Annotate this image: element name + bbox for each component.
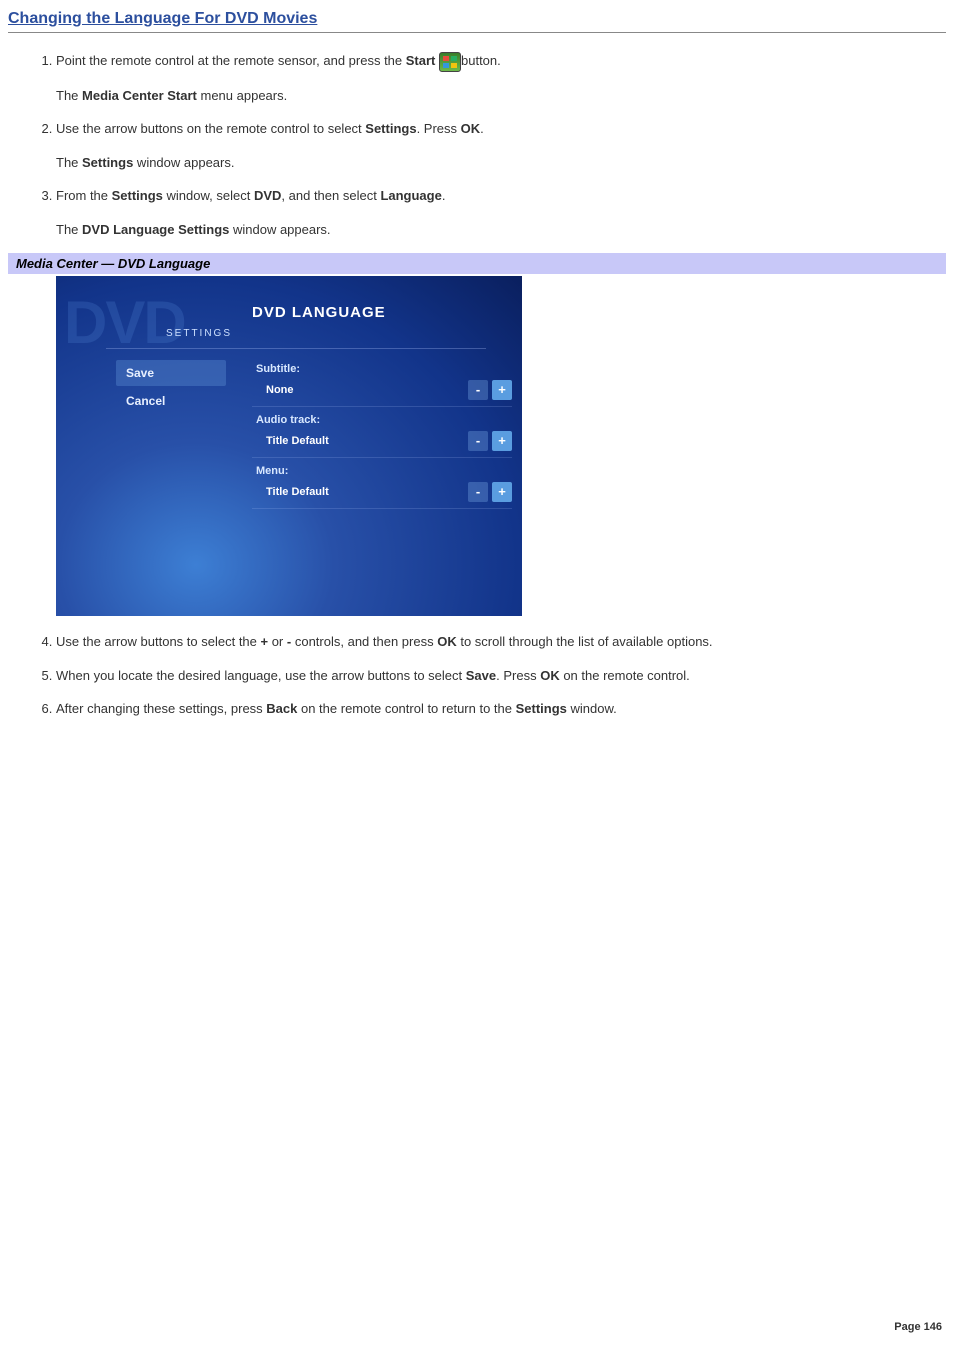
plus-button[interactable]: + — [492, 380, 512, 400]
menu-label: Menu: — [252, 462, 512, 480]
bold-plus: + — [261, 634, 269, 649]
step-6: After changing these settings, press Bac… — [56, 699, 946, 719]
step-text: window appears. — [133, 155, 234, 170]
bold-ok: OK — [540, 668, 560, 683]
subtitle-value: None — [252, 380, 464, 400]
step-text: The — [56, 88, 82, 103]
instruction-list-continued: Use the arrow buttons to select the + or… — [56, 632, 946, 719]
bold-back: Back — [266, 701, 297, 716]
step-text: Point the remote control at the remote s… — [56, 53, 406, 68]
bold-settings: Settings — [365, 121, 416, 136]
step-1: Point the remote control at the remote s… — [56, 51, 946, 105]
step-text: on the remote control. — [560, 668, 690, 683]
step-text: From the — [56, 188, 112, 203]
media-center-screenshot: DVD SETTINGS DVD LANGUAGE Save Cancel Su… — [56, 276, 522, 616]
cancel-button[interactable]: Cancel — [116, 388, 226, 414]
menu-value: Title Default — [252, 482, 464, 502]
bold-save: Save — [466, 668, 496, 683]
step-text: The — [56, 155, 82, 170]
step-text: . Press — [417, 121, 461, 136]
audio-value: Title Default — [252, 431, 464, 451]
step-3: From the Settings window, select DVD, an… — [56, 186, 946, 239]
step-text: menu appears. — [197, 88, 287, 103]
settings-small-label: SETTINGS — [166, 328, 232, 339]
bold-dvd: DVD — [254, 188, 281, 203]
step-text: , and then select — [281, 188, 380, 203]
dvd-background-text: DVD — [64, 288, 185, 357]
step-text: Use the arrow buttons on the remote cont… — [56, 121, 365, 136]
step-text: . Press — [496, 668, 540, 683]
step-text: When you locate the desired language, us… — [56, 668, 466, 683]
save-button[interactable]: Save — [116, 360, 226, 386]
subtitle-label: Subtitle: — [252, 360, 512, 378]
windows-start-icon — [439, 52, 461, 72]
divider — [106, 348, 486, 349]
step-4: Use the arrow buttons to select the + or… — [56, 632, 946, 652]
step-text: on the remote control to return to the — [297, 701, 515, 716]
step-text: Use the arrow buttons to select the — [56, 634, 261, 649]
step-text: controls, and then press — [291, 634, 437, 649]
dvd-language-title: DVD LANGUAGE — [252, 304, 386, 321]
step-text: window appears. — [229, 222, 330, 237]
audio-label: Audio track: — [252, 411, 512, 429]
minus-button[interactable]: - — [468, 482, 488, 502]
minus-button[interactable]: - — [468, 380, 488, 400]
step-5: When you locate the desired language, us… — [56, 666, 946, 686]
step-text: The — [56, 222, 82, 237]
bold-ok: OK — [461, 121, 481, 136]
figure-caption: Media Center — DVD Language — [8, 253, 946, 274]
instruction-list: Point the remote control at the remote s… — [56, 51, 946, 239]
step-text: to scroll through the list of available … — [457, 634, 713, 649]
left-menu: Save Cancel — [116, 360, 226, 416]
bold-start: Start — [406, 53, 436, 68]
step-text: button. — [461, 53, 501, 68]
step-2: Use the arrow buttons on the remote cont… — [56, 119, 946, 172]
settings-panel: Subtitle: None - + Audio track: Title De… — [252, 360, 512, 513]
page-heading: Changing the Language For DVD Movies — [8, 10, 946, 33]
bold-menu: Media Center Start — [82, 88, 197, 103]
bold-settings: Settings — [112, 188, 163, 203]
step-text: . — [442, 188, 446, 203]
bold-language: Language — [380, 188, 441, 203]
plus-button[interactable]: + — [492, 431, 512, 451]
bold-settings: Settings — [516, 701, 567, 716]
bold-dvd-lang: DVD Language Settings — [82, 222, 229, 237]
minus-button[interactable]: - — [468, 431, 488, 451]
step-text: After changing these settings, press — [56, 701, 266, 716]
plus-button[interactable]: + — [492, 482, 512, 502]
step-text: or — [268, 634, 287, 649]
bold-ok: OK — [437, 634, 457, 649]
step-text: . — [480, 121, 484, 136]
page-number: Page 146 — [894, 1321, 942, 1333]
bold-settings: Settings — [82, 155, 133, 170]
step-text: window. — [567, 701, 617, 716]
step-text: window, select — [163, 188, 254, 203]
